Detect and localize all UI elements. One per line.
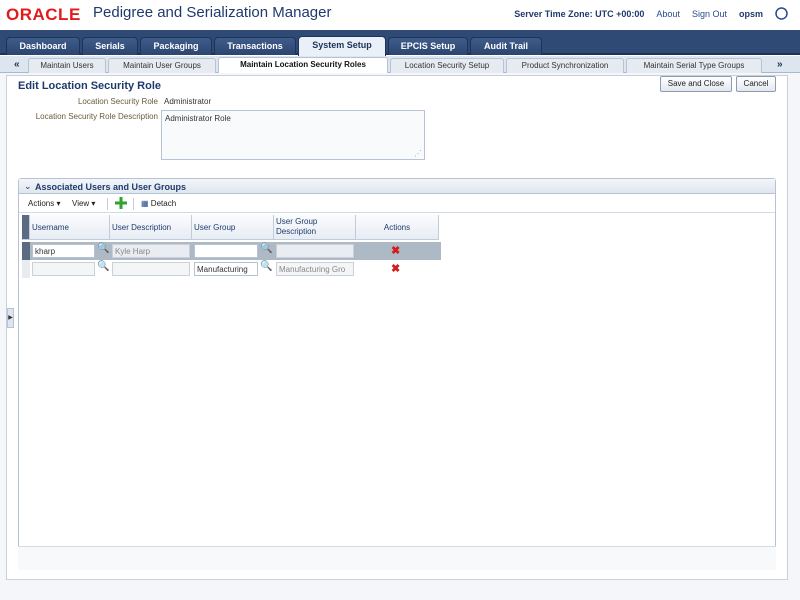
scroll-right-icon[interactable]: »	[777, 59, 783, 70]
user-group-input[interactable]	[194, 244, 258, 258]
delete-icon[interactable]: ✖	[391, 244, 400, 257]
resize-grip-icon[interactable]: ⋰	[414, 149, 422, 158]
column-user-description[interactable]: User Description	[110, 215, 192, 240]
actions-menu[interactable]: Actions ▾	[28, 199, 60, 208]
username-input[interactable]: kharp	[32, 244, 95, 258]
header-links: Server Time Zone: UTC +00:00 About Sign …	[514, 7, 788, 20]
save-and-close-button[interactable]: Save and Close	[660, 76, 732, 92]
tab-packaging[interactable]: Packaging	[140, 37, 212, 55]
delete-icon[interactable]: ✖	[391, 262, 400, 275]
table-row[interactable]: 🔍 Manufacturing 🔍 Manufacturing Gro ✖	[22, 260, 441, 278]
server-time-zone: Server Time Zone: UTC +00:00	[514, 8, 645, 19]
search-icon[interactable]: 🔍	[260, 243, 272, 254]
role-description-text: Administrator Role	[165, 114, 231, 123]
expand-panel-handle[interactable]: ▶	[7, 308, 14, 328]
user-group-description-field	[276, 244, 354, 258]
tab-dashboard[interactable]: Dashboard	[6, 37, 80, 55]
view-menu-label: View	[72, 199, 90, 208]
tab-system-setup[interactable]: System Setup	[298, 36, 386, 56]
tab-transactions[interactable]: Transactions	[214, 37, 296, 55]
row-selector[interactable]	[22, 242, 30, 260]
add-icon[interactable]	[115, 197, 127, 209]
column-user-group[interactable]: User Group	[192, 215, 274, 240]
chevron-down-icon[interactable]: ⌄	[24, 181, 32, 192]
toolbar-divider	[107, 198, 108, 210]
role-value: Administrator	[164, 97, 212, 106]
search-icon[interactable]: 🔍	[97, 261, 109, 272]
role-description-label: Location Security Role Description	[35, 112, 158, 121]
help-icon[interactable]	[775, 7, 788, 20]
section-title: Associated Users and User Groups	[35, 182, 187, 192]
detach-icon: ▦	[141, 199, 149, 208]
sub-nav-tabs: « Maintain Users Maintain User Groups Ma…	[0, 56, 800, 73]
tab-serials[interactable]: Serials	[82, 37, 138, 55]
detach-button[interactable]: ▦ Detach	[141, 199, 176, 208]
tab-epcis-setup[interactable]: EPCIS Setup	[388, 37, 468, 55]
subtab-maintain-serial-type-groups[interactable]: Maintain Serial Type Groups	[626, 58, 762, 73]
subtab-product-synchronization[interactable]: Product Synchronization	[506, 58, 624, 73]
user-description-field	[112, 262, 190, 276]
about-link[interactable]: About	[656, 9, 680, 19]
search-icon[interactable]: 🔍	[97, 243, 109, 254]
page-title: Edit Location Security Role	[18, 80, 162, 92]
user-name: opsm	[738, 8, 763, 19]
user-group-description-field: Manufacturing Gro	[276, 262, 354, 276]
user-description-field: Kyle Harp	[112, 244, 190, 258]
actions-menu-label: Actions	[28, 199, 55, 208]
table-row[interactable]: kharp 🔍 Kyle Harp 🔍 ✖	[22, 242, 441, 260]
user-group-input[interactable]: Manufacturing	[194, 262, 258, 276]
column-user-group-description[interactable]: User Group Description	[274, 215, 356, 240]
oracle-logo: ORACLE	[6, 5, 81, 24]
associated-users-section: ⌄ Associated Users and User Groups Actio…	[18, 178, 776, 570]
search-icon[interactable]: 🔍	[260, 261, 272, 272]
username-input[interactable]	[32, 262, 95, 276]
scroll-left-icon[interactable]: «	[14, 59, 20, 70]
role-description-field[interactable]: Administrator Role ⋰	[161, 110, 425, 160]
column-actions: Actions	[356, 215, 439, 240]
cancel-button[interactable]: Cancel	[736, 76, 776, 92]
tab-audit-trail[interactable]: Audit Trail	[470, 37, 542, 55]
subtab-maintain-users[interactable]: Maintain Users	[28, 58, 106, 73]
role-label: Location Security Role	[77, 97, 158, 106]
column-username[interactable]: Username	[30, 215, 110, 240]
row-selector[interactable]	[22, 260, 30, 278]
section-footer	[18, 546, 776, 570]
subtab-location-security-setup[interactable]: Location Security Setup	[390, 58, 504, 73]
view-menu[interactable]: View ▾	[72, 199, 95, 208]
app-title: Pedigree and Serialization Manager	[93, 4, 332, 21]
toolbar-divider	[133, 198, 134, 210]
app-header: ORACLE Pedigree and Serialization Manage…	[0, 0, 800, 30]
sign-out-link[interactable]: Sign Out	[692, 9, 727, 19]
table-toolbar: Actions ▾ View ▾ ▦ Detach	[19, 195, 775, 213]
main-nav-tabs: Dashboard Serials Packaging Transactions…	[0, 30, 800, 56]
detach-label: Detach	[150, 199, 177, 208]
subtab-maintain-user-groups[interactable]: Maintain User Groups	[108, 58, 216, 73]
subtab-maintain-location-security-roles[interactable]: Maintain Location Security Roles	[218, 57, 388, 73]
row-header-column	[22, 215, 30, 240]
section-header[interactable]: ⌄ Associated Users and User Groups	[19, 179, 775, 194]
